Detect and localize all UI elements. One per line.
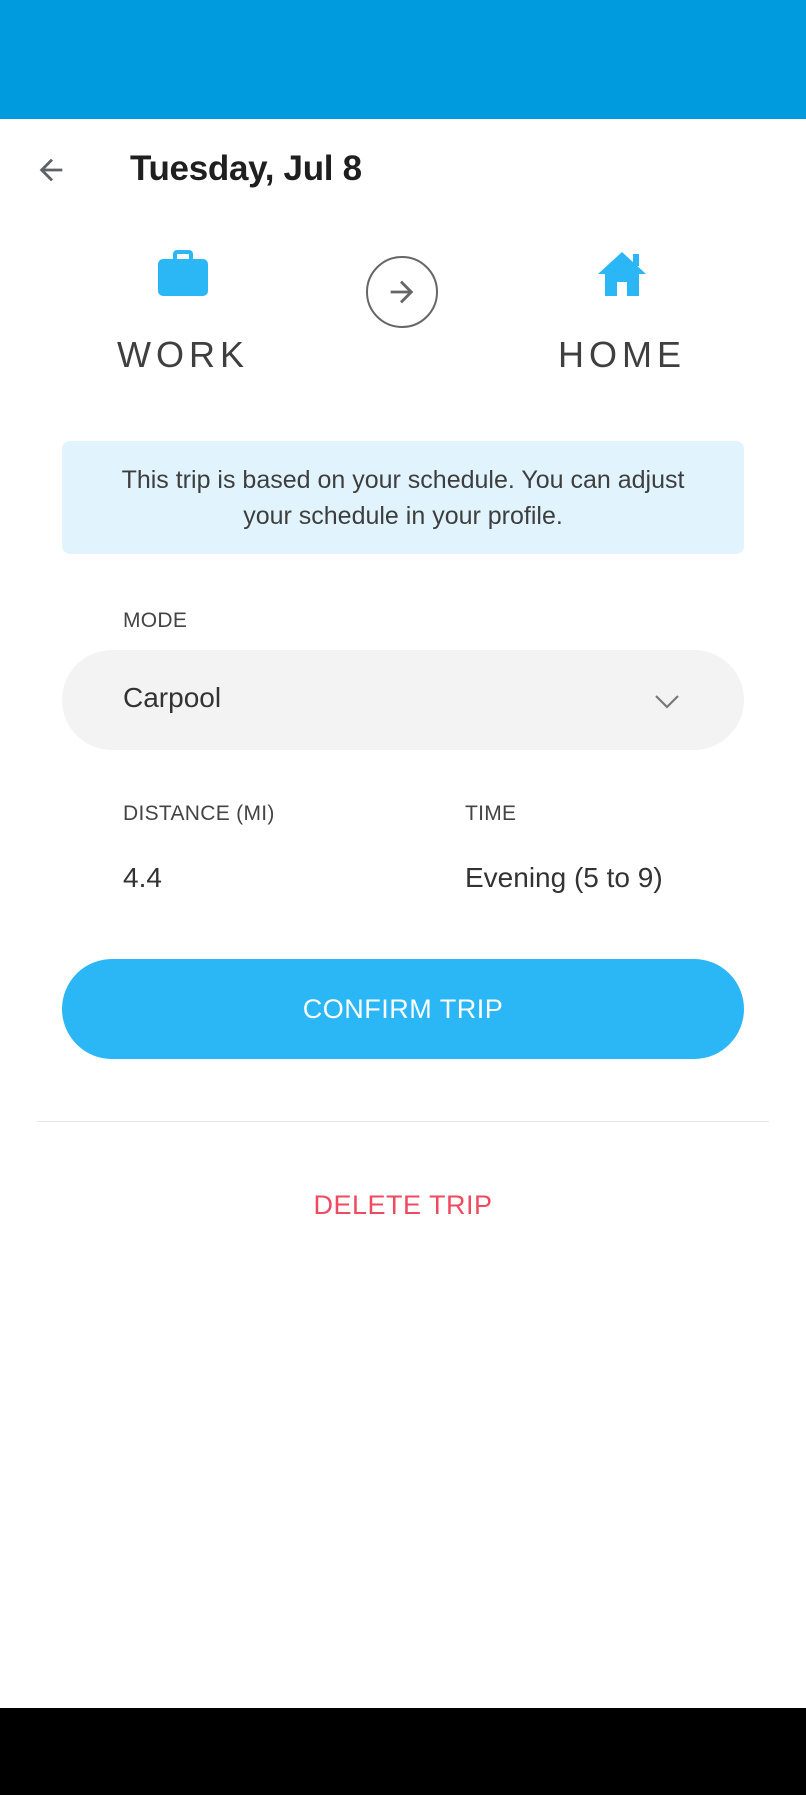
origin-place: WORK bbox=[73, 250, 293, 376]
schedule-info-banner: This trip is based on your schedule. You… bbox=[62, 441, 744, 554]
destination-label: HOME bbox=[558, 334, 686, 375]
mode-select[interactable]: Carpool bbox=[62, 650, 744, 750]
destination-place: HOME bbox=[512, 250, 732, 376]
origin-label: WORK bbox=[117, 334, 249, 375]
time-label: TIME bbox=[465, 802, 517, 825]
page-title: Tuesday, Jul 8 bbox=[130, 149, 362, 188]
back-button[interactable] bbox=[24, 143, 78, 197]
app-bar: Tuesday, Jul 8 bbox=[0, 119, 806, 222]
distance-value: 4.4 bbox=[123, 862, 162, 893]
arrow-left-icon bbox=[39, 158, 63, 182]
schedule-info-text: This trip is based on your schedule. You… bbox=[121, 465, 685, 530]
time-value: Evening (5 to 9) bbox=[465, 862, 663, 893]
briefcase-icon bbox=[158, 250, 208, 296]
confirm-trip-button[interactable]: CONFIRM TRIP bbox=[62, 959, 744, 1059]
chevron-down-icon bbox=[655, 695, 679, 709]
status-bar bbox=[0, 0, 806, 119]
home-icon bbox=[598, 252, 646, 296]
route-summary: WORK HOME bbox=[0, 250, 806, 390]
distance-label: DISTANCE (MI) bbox=[123, 802, 275, 825]
divider bbox=[37, 1121, 769, 1122]
arrow-right-icon bbox=[390, 280, 414, 304]
delete-trip-button[interactable]: DELETE TRIP bbox=[0, 1190, 806, 1221]
direction-indicator bbox=[366, 256, 438, 328]
mode-label: MODE bbox=[123, 609, 188, 632]
mode-value: Carpool bbox=[123, 682, 222, 713]
system-navigation-bar bbox=[0, 1708, 806, 1795]
